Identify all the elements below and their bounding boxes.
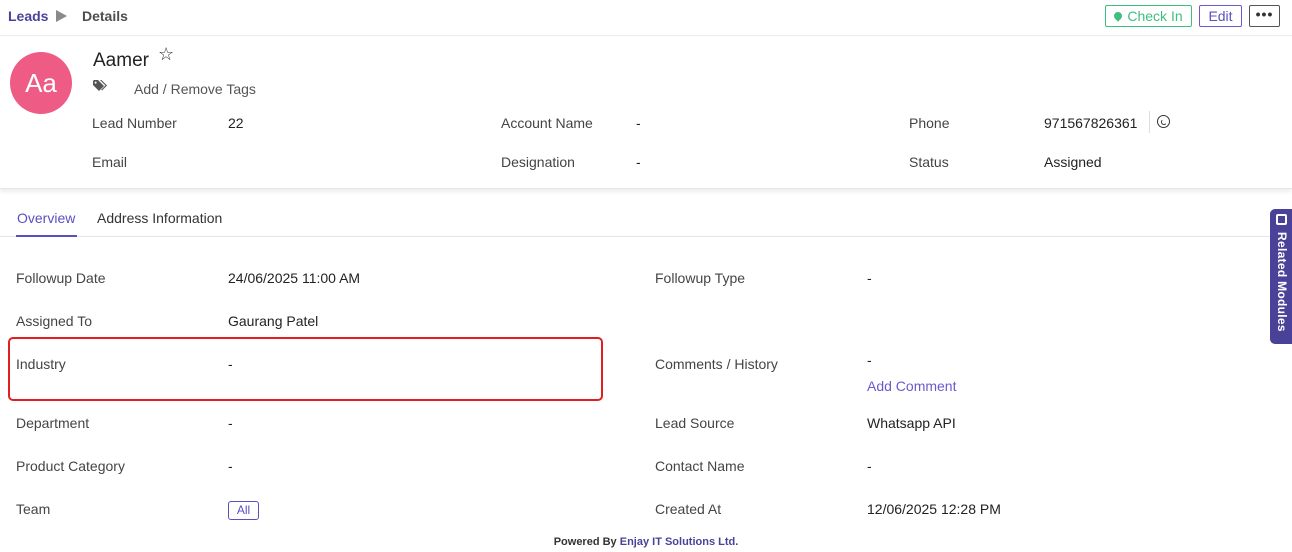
- team-label: Team: [16, 501, 51, 517]
- avatar: Aa: [10, 52, 72, 114]
- assigned-to-label: Assigned To: [16, 313, 93, 329]
- footer: Powered By Enjay IT Solutions Ltd.: [0, 536, 1292, 552]
- footer-company-link[interactable]: Enjay IT Solutions Ltd.: [620, 536, 739, 548]
- related-modules-label: Related Modules: [1275, 232, 1289, 332]
- status-value: Assigned: [1044, 154, 1102, 170]
- phone-label: Phone: [909, 115, 950, 131]
- tab-overview[interactable]: Overview: [17, 210, 75, 226]
- lead-source-label: Lead Source: [655, 415, 735, 431]
- followup-date-value: 24/06/2025 11:00 AM: [228, 270, 361, 286]
- email-label: Email: [92, 154, 128, 170]
- lead-source-value: Whatsapp API: [867, 415, 956, 431]
- account-name-label: Account Name: [501, 115, 593, 131]
- lead-name: Aamer: [93, 50, 149, 71]
- breadcrumb-separator-icon: [56, 10, 67, 22]
- lead-number-value: 22: [228, 115, 244, 131]
- followup-type-label: Followup Type: [655, 270, 746, 286]
- followup-date-label: Followup Date: [16, 270, 106, 286]
- breadcrumb-current: Details: [82, 8, 128, 24]
- tags-icon: [93, 80, 107, 91]
- created-at-value: 12/06/2025 12:28 PM: [867, 501, 1001, 517]
- related-modules-icon: [1276, 214, 1287, 225]
- whatsapp-icon[interactable]: [1157, 115, 1170, 128]
- status-label: Status: [909, 154, 949, 170]
- contact-name-label: Contact Name: [655, 458, 745, 474]
- comments-history-value: -: [867, 352, 872, 368]
- team-badge: All: [228, 501, 259, 520]
- active-tab-indicator: [16, 235, 77, 237]
- designation-label: Designation: [501, 154, 575, 170]
- department-value: -: [228, 415, 233, 431]
- contact-name-value: -: [867, 458, 872, 474]
- breadcrumb-leads-link[interactable]: Leads: [8, 8, 48, 24]
- more-options-button[interactable]: •••: [1249, 5, 1280, 27]
- lead-number-label: Lead Number: [92, 115, 177, 131]
- assigned-to-value: Gaurang Patel: [228, 313, 319, 329]
- account-name-value: -: [636, 115, 641, 131]
- industry-highlight-box: [8, 337, 603, 401]
- product-category-label: Product Category: [16, 458, 125, 474]
- department-label: Department: [16, 415, 90, 431]
- add-remove-tags-link[interactable]: Add / Remove Tags: [134, 81, 256, 97]
- phone-value[interactable]: 971567826361: [1044, 115, 1137, 131]
- designation-value: -: [636, 154, 641, 170]
- tab-address-information[interactable]: Address Information: [97, 210, 222, 226]
- product-category-value: -: [228, 458, 233, 474]
- detail-tabs: Overview Address Information: [0, 200, 1292, 237]
- followup-type-value: -: [867, 270, 872, 286]
- map-pin-icon: [1112, 10, 1125, 22]
- check-in-label: Check In: [1127, 8, 1183, 24]
- phone-divider: [1149, 111, 1150, 133]
- edit-button[interactable]: Edit: [1199, 5, 1242, 27]
- check-in-button[interactable]: Check In: [1105, 5, 1192, 27]
- created-at-label: Created At: [655, 501, 722, 517]
- footer-prefix: Powered By: [553, 536, 617, 548]
- add-comment-link[interactable]: Add Comment: [867, 378, 956, 394]
- star-icon[interactable]: ☆: [158, 44, 174, 65]
- comments-history-label: Comments / History: [655, 356, 778, 372]
- top-bar: Leads Details Check In Edit •••: [0, 0, 1292, 36]
